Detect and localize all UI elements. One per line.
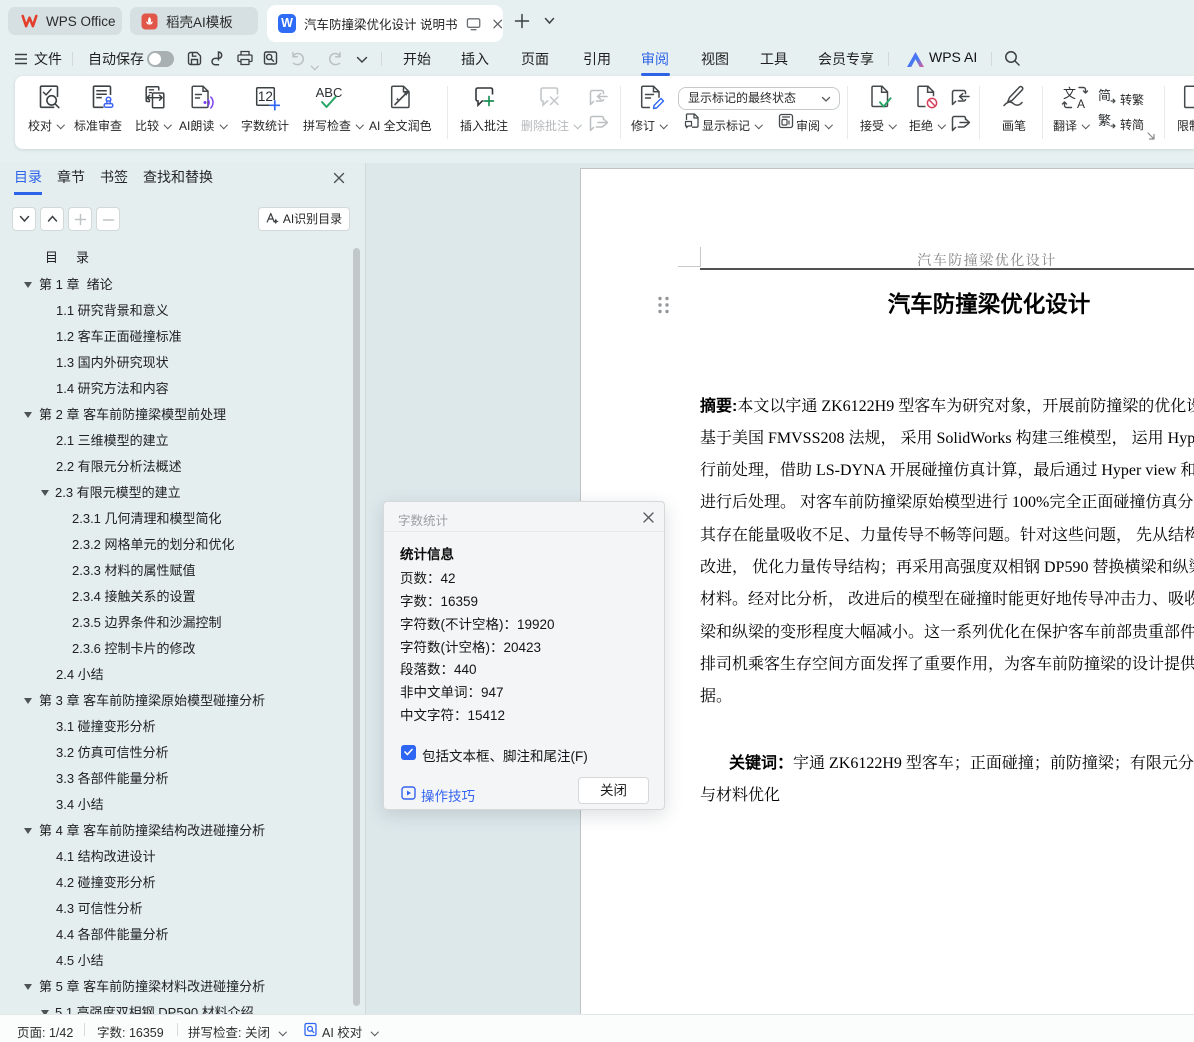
- svg-text:ABC: ABC: [316, 86, 343, 100]
- svg-text:A: A: [1077, 97, 1085, 111]
- svg-text:繁: 繁: [1098, 113, 1111, 128]
- svg-text:12: 12: [258, 89, 273, 104]
- svg-text:文: 文: [1063, 86, 1076, 101]
- svg-text:简: 简: [1098, 88, 1111, 103]
